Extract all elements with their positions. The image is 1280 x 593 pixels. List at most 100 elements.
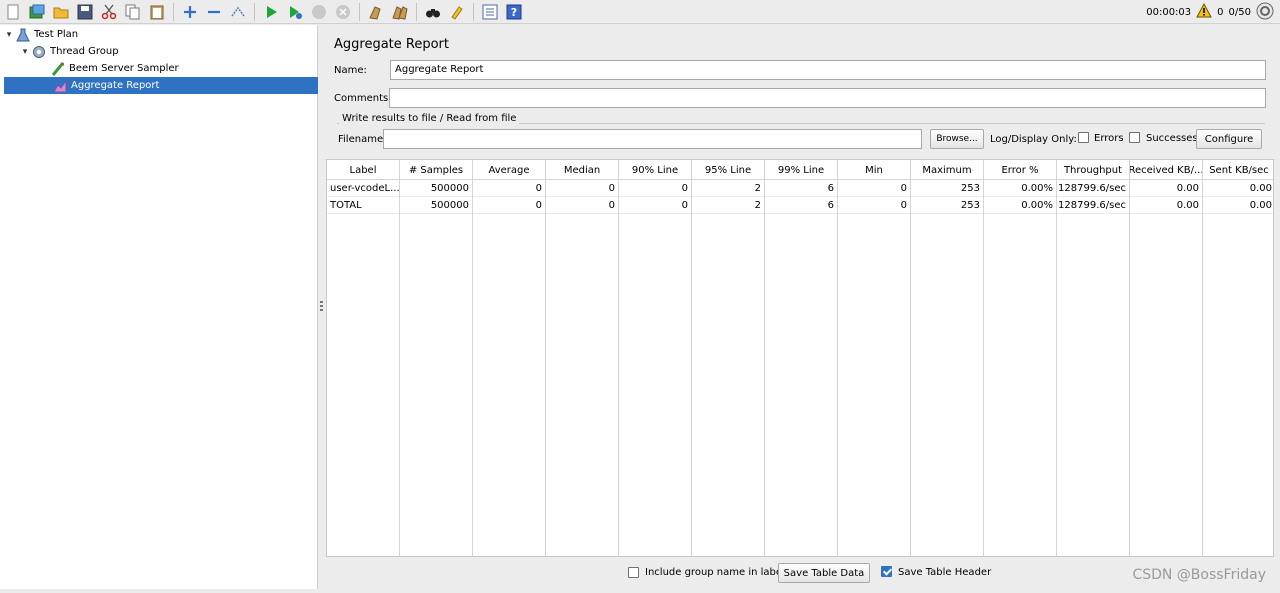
include-group-checkbox[interactable] [628,567,639,578]
column-header[interactable]: Median [546,160,619,180]
tree-node-label: Test Plan [34,29,79,40]
table-cell: 500000 [400,197,473,214]
name-field[interactable]: Aggregate Report [390,60,1266,80]
function-helper-icon[interactable] [479,1,501,23]
name-label: Name: [334,65,367,76]
column-divider [837,180,838,556]
browse-button[interactable]: Browse... [930,129,984,149]
column-header[interactable]: 99% Line [765,160,838,180]
table-cell: 128799.6/sec [1057,180,1130,197]
tree-node-test-plan[interactable]: ▾ Test Plan [3,26,78,43]
chevron-down-icon[interactable]: ▾ [3,30,15,40]
thread-count: 0/50 [1228,6,1251,18]
column-header[interactable]: Error % [984,160,1057,180]
column-header[interactable]: Average [473,160,546,180]
toolbar-separator [473,2,474,21]
search-icon[interactable] [422,1,444,23]
table-cell: 2 [692,197,765,214]
column-header[interactable]: # Samples [400,160,473,180]
tree-node-aggregate-report[interactable]: Aggregate Report [4,77,318,94]
table-cell: 0 [619,197,692,214]
successes-checkbox[interactable] [1129,132,1140,143]
open-icon[interactable] [50,1,72,23]
watermark: CSDN @BossFriday [1132,567,1266,583]
column-header[interactable]: Received KB/... [1130,160,1203,180]
filename-label: Filename [338,134,384,145]
table-cell: 0.00 [1203,197,1273,214]
copy-icon[interactable] [122,1,144,23]
table-cell: 128799.6/sec [1057,197,1130,214]
save-table-header-label: Save Table Header [898,567,992,578]
shutdown-icon[interactable] [332,1,354,23]
column-header[interactable]: 95% Line [692,160,765,180]
tree-node-thread-group[interactable]: ▾ Thread Group [19,43,119,60]
toolbar-separator [173,2,174,21]
table-cell: 0 [838,180,911,197]
successes-label: Successes [1146,133,1198,144]
toolbar-separator [359,2,360,21]
filename-field[interactable] [383,129,922,149]
errors-label: Errors [1094,133,1124,144]
clear-all-icon[interactable] [389,1,411,23]
test-plan-tree: ▾ Test Plan ▾ Thread Group Beem Server S… [0,25,318,589]
column-header[interactable]: 90% Line [619,160,692,180]
paste-icon[interactable] [146,1,168,23]
start-no-pause-icon[interactable] [284,1,306,23]
table-cell: 0.00 [1130,197,1203,214]
configure-button[interactable]: Configure [1196,129,1262,149]
save-table-data-button[interactable]: Save Table Data [778,563,870,583]
collapse-icon[interactable] [203,1,225,23]
svg-text:?: ? [511,6,517,19]
table-cell: 500000 [400,180,473,197]
column-divider [983,180,984,556]
chevron-down-icon[interactable]: ▾ [19,47,31,57]
expand-icon[interactable] [179,1,201,23]
tree-node-label: Aggregate Report [71,80,160,91]
table-row[interactable]: user-vcodeL... 500000 0 0 0 2 6 0 253 0.00% 128799… [327,180,1273,197]
column-header[interactable]: Sent KB/sec [1203,160,1273,180]
remote-status-icon[interactable] [1256,2,1274,23]
warning-icon[interactable] [1196,2,1212,21]
toolbar-separator [254,2,255,21]
stop-icon[interactable] [308,1,330,23]
reset-search-icon[interactable] [446,1,468,23]
column-header[interactable]: Label [327,160,400,180]
tree-node-label: Thread Group [50,46,119,57]
toggle-icon[interactable] [227,1,249,23]
table-cell: 0 [838,197,911,214]
new-icon[interactable] [2,1,24,23]
column-divider [691,180,692,556]
column-divider [545,180,546,556]
column-header[interactable]: Maximum [911,160,984,180]
table-cell: TOTAL [327,197,400,214]
templates-icon[interactable] [26,1,48,23]
save-table-header-checkbox[interactable] [881,566,892,577]
column-divider [1202,180,1203,556]
table-cell: 0.00% [984,180,1057,197]
panel-splitter[interactable] [318,25,325,589]
test-plan-icon [15,27,31,43]
table-cell: 0 [619,180,692,197]
column-header[interactable]: Min [838,160,911,180]
save-icon[interactable] [74,1,96,23]
table-cell: 6 [765,180,838,197]
tree-node-label: Beem Server Sampler [69,63,179,74]
toolbar: ? 00:00:03 0 0/50 [0,0,1280,24]
log-display-label: Log/Display Only: [990,134,1077,145]
table-row[interactable]: TOTAL 500000 0 0 0 2 6 0 253 0.00% 128799.6/sec 0.0… [327,197,1273,214]
report-icon [52,78,68,94]
table-cell: 253 [911,180,984,197]
table-cell: 0 [473,180,546,197]
start-icon[interactable] [260,1,282,23]
cut-icon[interactable] [98,1,120,23]
clear-icon[interactable] [365,1,387,23]
run-status: 00:00:03 0 0/50 [1146,2,1274,22]
tree-node-sampler[interactable]: Beem Server Sampler [50,60,179,77]
aggregate-report-panel: Aggregate Report Name: Aggregate Report … [325,25,1280,589]
errors-checkbox[interactable] [1078,132,1089,143]
comments-field[interactable] [389,88,1266,108]
column-header[interactable]: Throughput [1057,160,1130,180]
table-cell: 6 [765,197,838,214]
sampler-icon [50,61,66,77]
help-icon[interactable]: ? [503,1,525,23]
